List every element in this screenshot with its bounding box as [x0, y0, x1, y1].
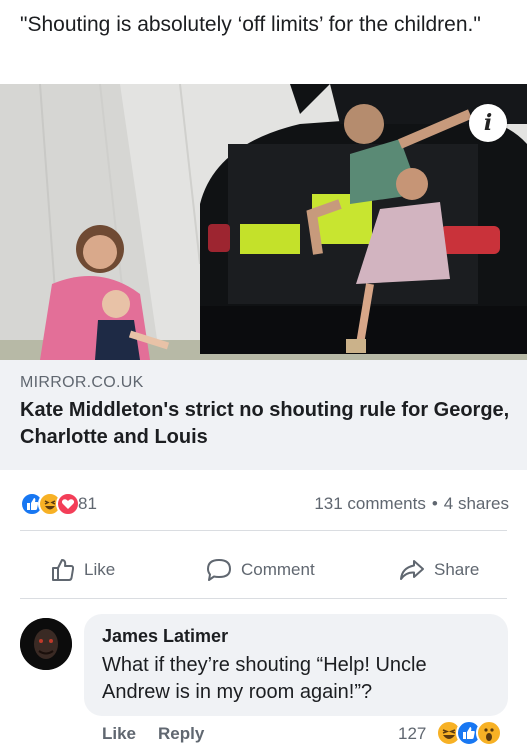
divider	[20, 530, 507, 531]
love-icon	[56, 492, 80, 516]
link-title[interactable]: Kate Middleton's strict no shouting rule…	[20, 397, 510, 451]
comment-author[interactable]: James Latimer	[102, 626, 228, 647]
like-button[interactable]: Like	[50, 556, 115, 584]
divider	[20, 598, 507, 599]
comment-label: Comment	[241, 560, 315, 579]
comment-reaction-count[interactable]: 127	[398, 724, 426, 744]
photo-illustration	[0, 84, 527, 360]
comments-count[interactable]: 131 comments	[314, 494, 426, 514]
post-text: "Shouting is absolutely ‘off limits’ for…	[20, 13, 481, 36]
reaction-count[interactable]: 81	[78, 494, 97, 514]
post-stats: 81 131 comments • 4 shares	[0, 480, 527, 528]
comment-bubble: James Latimer What if they’re shouting “…	[84, 614, 508, 716]
comment-like-button[interactable]: Like	[102, 724, 136, 743]
wow-icon	[476, 720, 502, 746]
post-actions: Like Comment Share	[0, 546, 527, 594]
separator-dot: •	[431, 494, 438, 513]
comment-reply-button[interactable]: Reply	[158, 724, 204, 743]
comments-shares: 131 comments • 4 shares	[314, 494, 509, 514]
comment-actions: Like Reply	[102, 724, 226, 744]
avatar[interactable]	[20, 618, 72, 670]
share-button[interactable]: Share	[398, 556, 479, 584]
comment-button[interactable]: Comment	[205, 556, 315, 584]
like-label: Like	[84, 560, 116, 579]
thumbs-up-icon	[52, 559, 75, 581]
shares-count[interactable]: 4 shares	[444, 494, 509, 514]
comment-text: What if they’re shouting “Help! Uncle An…	[102, 654, 427, 703]
link-preview-card[interactable]: i MIRROR.CO.UK Kate Middleton's strict n…	[0, 84, 527, 470]
share-label: Share	[434, 560, 480, 579]
info-icon[interactable]: i	[469, 104, 507, 142]
avatar-image	[20, 618, 72, 670]
comment-icon	[207, 559, 231, 581]
link-domain: MIRROR.CO.UK	[20, 374, 144, 391]
link-preview-image[interactable]: i	[0, 84, 527, 360]
share-arrow-icon	[400, 560, 424, 580]
